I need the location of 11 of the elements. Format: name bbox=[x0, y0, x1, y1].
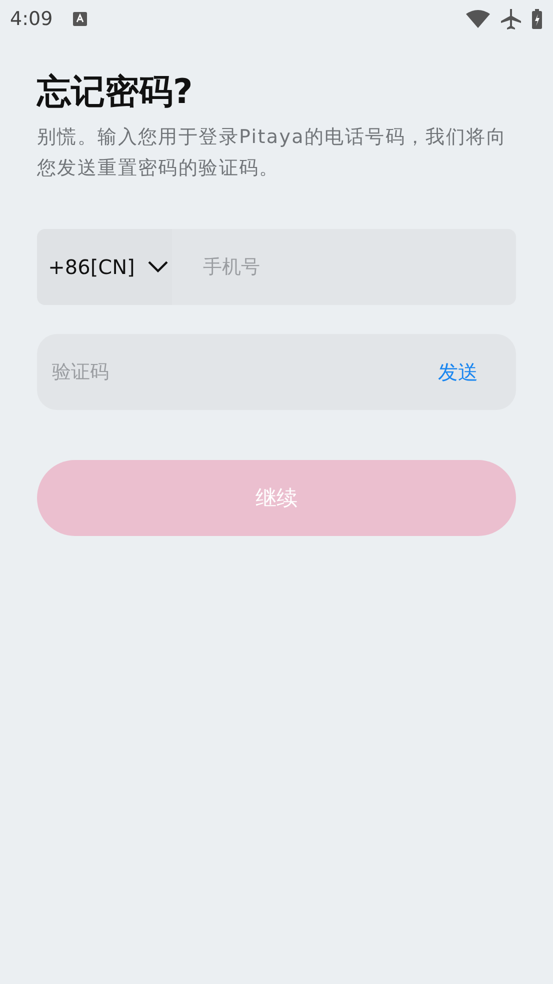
send-code-button[interactable]: 发送 bbox=[430, 354, 486, 390]
page-title: 忘记密码? bbox=[37, 71, 194, 114]
phone-number-field[interactable]: 手机号 bbox=[172, 229, 516, 305]
chevron-down-icon bbox=[146, 260, 169, 274]
page-subtitle: 别慌。输入您用于登录Pitaya的电话号码，我们将向您发送重置密码的验证码。 bbox=[37, 125, 508, 181]
wifi-icon bbox=[466, 10, 490, 28]
battery-charging-icon bbox=[532, 9, 542, 29]
verification-code-field[interactable]: 验证码 发送 bbox=[37, 334, 516, 410]
airplane-icon bbox=[500, 8, 522, 30]
country-code-dropdown[interactable]: +86[CN] bbox=[37, 229, 172, 305]
status-time: 4:09 bbox=[10, 8, 53, 30]
